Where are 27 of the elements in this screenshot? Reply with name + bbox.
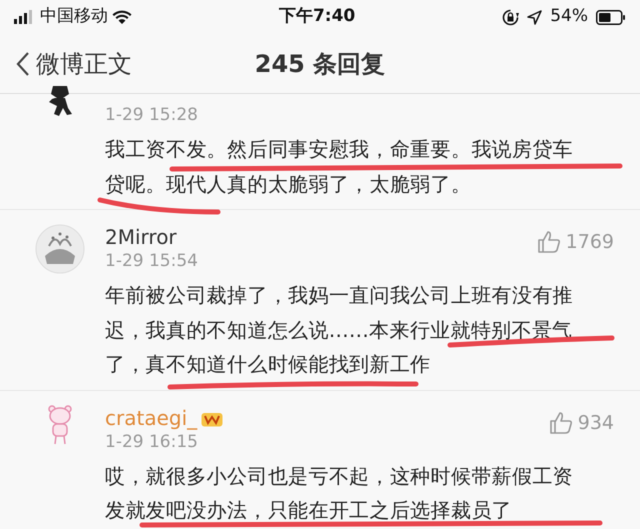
comment-time: 1-29 16:15: [105, 430, 199, 452]
comment-time: 1-29 15:28: [105, 104, 199, 126]
avatar-figure-icon: [48, 404, 72, 444]
thumbs-up-icon: [548, 410, 573, 435]
carrier-name: 中国移动: [40, 5, 108, 28]
username: 2Mirror: [105, 224, 177, 250]
comment-text-line: 了，真不知道什么时候能找到新工作: [105, 351, 432, 378]
comment-text-line: 哎，就很多小公司也是亏不起，这种时候带薪假工资: [105, 462, 574, 490]
page-title: 245 条回复: [254, 48, 386, 80]
back-button[interactable]: 微博正文: [16, 46, 132, 82]
battery-icon: [596, 10, 626, 24]
back-icon: [16, 50, 30, 76]
rotation-lock-icon: [502, 8, 520, 26]
like-button[interactable]: 1769: [536, 228, 614, 256]
comment-text-line: 发就发吧没办法，只能在开工之后选择裁员了: [105, 497, 513, 524]
status-time: 下午7:40: [278, 6, 356, 26]
wifi-icon: [112, 10, 132, 24]
location-icon: [527, 10, 542, 24]
username: crataegi_: [105, 404, 198, 430]
comment-text-line: 我工资不发。然后同事安慰我，命重要。我说房贷车: [105, 136, 574, 163]
comment-time: 1-29 15:54: [105, 250, 199, 272]
avatar-icon: [35, 224, 85, 274]
comment-text-line: 贷呢。现代人真的太脆弱了，太脆弱了。: [105, 170, 472, 198]
comment-text-line: 年前被公司裁掉了，我妈一直问我公司上班有没有推: [105, 282, 574, 309]
battery-percent: 54%: [550, 5, 588, 28]
like-button[interactable]: 934: [548, 408, 614, 437]
thumbs-up-icon: [536, 230, 561, 254]
